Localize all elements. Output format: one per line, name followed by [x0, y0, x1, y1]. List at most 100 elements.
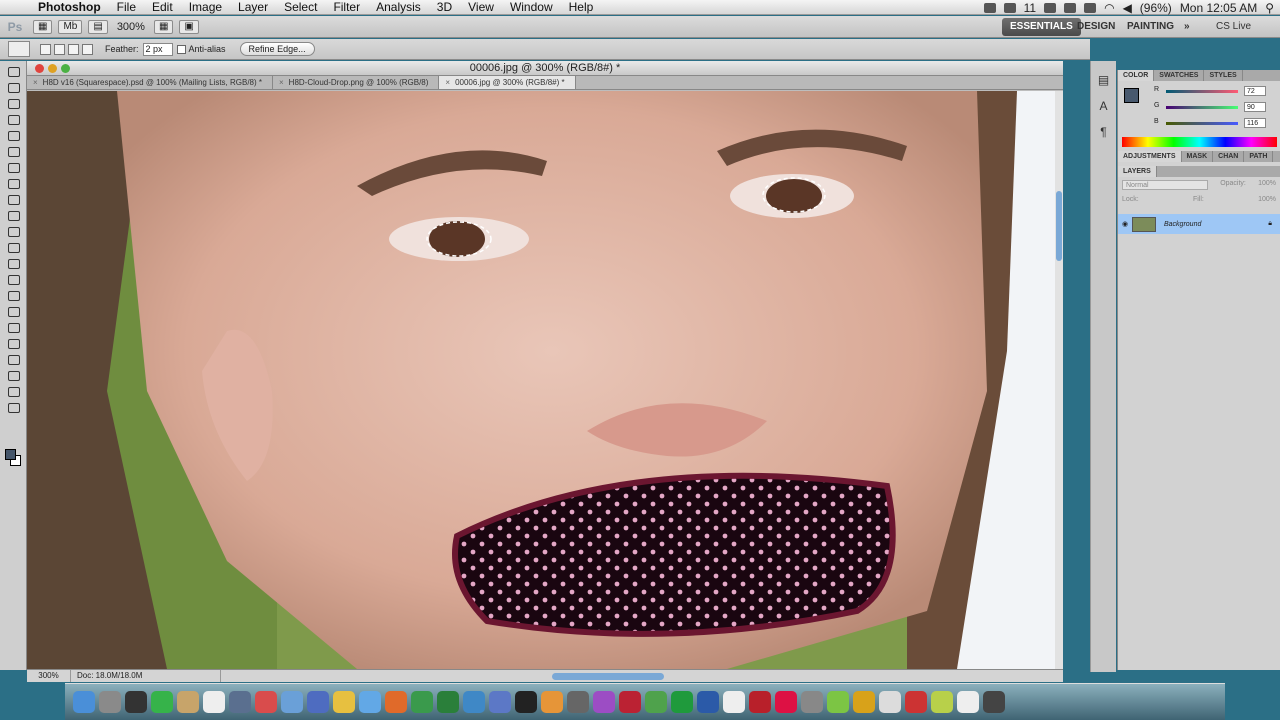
- dropbox-icon[interactable]: [1044, 2, 1057, 13]
- sync-icon[interactable]: [1064, 2, 1077, 13]
- menu-help[interactable]: Help: [561, 0, 602, 15]
- document-tab-active[interactable]: × 00006.jpg @ 300% (RGB/8#) *: [439, 76, 576, 89]
- menu-file[interactable]: File: [109, 0, 144, 15]
- menu-window[interactable]: Window: [502, 0, 561, 15]
- vertical-scrollbar[interactable]: [1055, 91, 1063, 669]
- mail-icon[interactable]: [229, 691, 251, 713]
- numbers-icon[interactable]: [645, 691, 667, 713]
- documents-stack-icon[interactable]: [931, 691, 953, 713]
- final-cut-icon[interactable]: [567, 691, 589, 713]
- status-zoom-field[interactable]: 300%: [27, 670, 71, 682]
- cloud-app-icon[interactable]: [879, 691, 901, 713]
- color-slider-g[interactable]: G 90: [1152, 102, 1278, 114]
- hand-tool-icon[interactable]: [5, 385, 21, 397]
- evernote-icon[interactable]: [1003, 2, 1016, 13]
- history-brush-tool-icon[interactable]: [5, 209, 21, 221]
- spotlight-search-icon[interactable]: ⚲: [1265, 1, 1274, 15]
- launch-bridge-button[interactable]: ▦: [33, 19, 53, 34]
- menu-edit[interactable]: Edit: [144, 0, 181, 15]
- red-value-input[interactable]: 72: [1244, 86, 1266, 96]
- close-tab-icon[interactable]: ×: [33, 78, 38, 87]
- photoshop-dock-icon[interactable]: [697, 691, 719, 713]
- color-spectrum-ramp[interactable]: [1122, 137, 1277, 147]
- new-selection-button[interactable]: [40, 43, 51, 55]
- antialias-checkbox[interactable]: [176, 44, 186, 54]
- document-tab[interactable]: × H8D v16 (Squarespace).psd @ 100% (Maili…: [27, 76, 273, 89]
- motion-icon[interactable]: [593, 691, 615, 713]
- layer-row[interactable]: ◉ Background 🔒︎: [1118, 214, 1280, 234]
- menu-3d[interactable]: 3D: [429, 0, 460, 15]
- chrome-icon[interactable]: [411, 691, 433, 713]
- menu-view[interactable]: View: [460, 0, 502, 15]
- calendar-icon[interactable]: [203, 691, 225, 713]
- finder-icon[interactable]: [73, 691, 95, 713]
- red-slider-track[interactable]: [1166, 90, 1238, 93]
- close-window-icon[interactable]: [35, 64, 44, 73]
- menu-analysis[interactable]: Analysis: [368, 0, 429, 15]
- 3d-rotate-tool-icon[interactable]: [5, 353, 21, 365]
- downloads-icon[interactable]: [151, 691, 173, 713]
- itunes-icon[interactable]: [489, 691, 511, 713]
- messages-icon[interactable]: [281, 691, 303, 713]
- close-tab-icon[interactable]: ×: [279, 78, 284, 87]
- blur-tool-icon[interactable]: [5, 257, 21, 269]
- menu-app-photoshop[interactable]: Photoshop: [30, 0, 109, 15]
- green-slider-track[interactable]: [1166, 106, 1238, 109]
- zoom-tool-icon[interactable]: [5, 401, 21, 413]
- spreadsheet-icon[interactable]: [437, 691, 459, 713]
- app-store-icon[interactable]: [463, 691, 485, 713]
- histogram-panel-icon[interactable]: ▤: [1096, 73, 1112, 87]
- quicktime-icon[interactable]: [515, 691, 537, 713]
- horizontal-scroll-thumb[interactable]: [552, 673, 664, 680]
- move-tool-icon[interactable]: [5, 65, 21, 77]
- tab-styles[interactable]: STYLES: [1204, 70, 1243, 81]
- clock[interactable]: Mon 12:05 AM: [1180, 1, 1257, 15]
- screen-mode-button[interactable]: ▣: [179, 19, 199, 34]
- color-slider-b[interactable]: B 116: [1152, 118, 1278, 130]
- address-book-icon[interactable]: [177, 691, 199, 713]
- zoom-level-dropdown[interactable]: 300%: [117, 21, 145, 33]
- workspace-design[interactable]: DESIGN: [1069, 18, 1123, 36]
- record-app-icon[interactable]: [905, 691, 927, 713]
- view-extras-button[interactable]: ▤: [88, 19, 108, 34]
- activity-monitor-icon[interactable]: [125, 691, 147, 713]
- clone-stamp-tool-icon[interactable]: [5, 193, 21, 205]
- opacity-input[interactable]: 100%: [1258, 180, 1276, 190]
- movie-app-icon[interactable]: [801, 691, 823, 713]
- firefox-icon[interactable]: [385, 691, 407, 713]
- arrange-documents-button[interactable]: ▦: [153, 19, 174, 34]
- tab-color[interactable]: COLOR: [1118, 70, 1155, 81]
- path-selection-tool-icon[interactable]: [5, 321, 21, 333]
- screen-record-icon[interactable]: [983, 2, 996, 13]
- panel-foreground-color[interactable]: [1124, 88, 1139, 103]
- blend-mode-dropdown[interactable]: Normal: [1122, 180, 1208, 190]
- mini-bridge-button[interactable]: Mb: [58, 19, 83, 34]
- menu-select[interactable]: Select: [276, 0, 325, 15]
- document-tab[interactable]: × H8D-Cloud-Drop.png @ 100% (RGB/8): [273, 76, 440, 89]
- lasso-tool-preset-picker[interactable]: [8, 41, 30, 57]
- tab-adjustments[interactable]: ADJUSTMENTS: [1118, 151, 1182, 162]
- add-to-selection-button[interactable]: [54, 43, 65, 55]
- eyedropper-tool-icon[interactable]: [5, 145, 21, 157]
- more-workspaces-button[interactable]: »: [1176, 18, 1198, 36]
- color-slider-r[interactable]: R 72: [1152, 86, 1278, 98]
- tab-channels[interactable]: CHAN: [1213, 151, 1245, 162]
- system-preferences-icon[interactable]: [99, 691, 121, 713]
- menu-image[interactable]: Image: [181, 0, 230, 15]
- type-tool-icon[interactable]: [5, 305, 21, 317]
- menu-layer[interactable]: Layer: [230, 0, 276, 15]
- subtract-from-selection-button[interactable]: [68, 43, 79, 55]
- marquee-tool-icon[interactable]: [5, 81, 21, 93]
- stacks-icon[interactable]: [827, 691, 849, 713]
- ink-icon[interactable]: [619, 691, 641, 713]
- bluetooth-icon[interactable]: [1084, 2, 1097, 13]
- intersect-selection-button[interactable]: [82, 43, 93, 55]
- lasso-tool-icon[interactable]: [5, 97, 21, 109]
- menu-filter[interactable]: Filter: [325, 0, 368, 15]
- minimize-window-icon[interactable]: [48, 64, 57, 73]
- gradient-tool-icon[interactable]: [5, 241, 21, 253]
- archive-icon[interactable]: [853, 691, 875, 713]
- document-size-info[interactable]: Doc: 18.0M/18.0M: [71, 670, 221, 682]
- green-value-input[interactable]: 90: [1244, 102, 1266, 112]
- image-canvas[interactable]: [27, 91, 1055, 669]
